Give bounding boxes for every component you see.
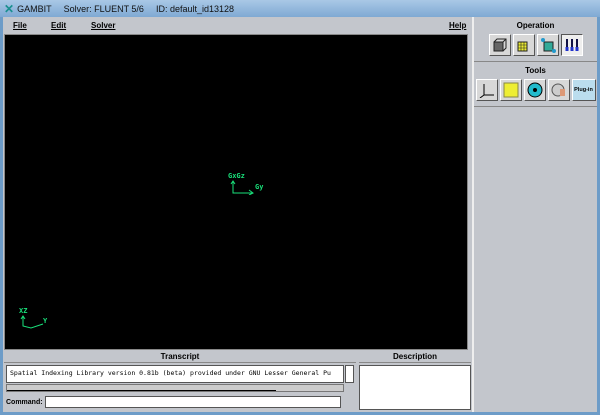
grid-icon [503,82,518,98]
operation-section: Operation [474,17,597,62]
zones-icon [540,38,556,53]
command-input[interactable] [44,396,341,408]
menu-file[interactable]: File [13,21,27,30]
title-bar: ✕ GAMBIT Solver: FLUENT 5/6 ID: default_… [0,0,600,17]
operation-title: Operation [516,21,555,30]
corner-axes-icon [20,315,44,329]
coordinate-system-button[interactable] [475,79,498,101]
transcript-vertical-scrollbar[interactable] [345,365,354,383]
mesh-cube-icon [517,41,527,52]
tools-icon [565,39,578,51]
gambit-logo-icon: ✕ [4,1,15,16]
tools-section: Tools Plug-in [474,62,597,107]
menu-help[interactable]: Help [449,21,466,30]
transcript-title: Transcript [4,352,356,363]
orient-model-button[interactable] [547,79,570,101]
transcript-text: Spatial Indexing Library version 0.81b (… [6,365,344,383]
coordinate-axes-icon [479,84,494,98]
tools-op-button[interactable] [560,34,583,56]
geometry-button[interactable] [488,34,511,56]
description-box [359,365,471,410]
menu-bar: File Edit Solver Help [4,17,470,34]
graphics-window[interactable]: GxGz Gy XZ Y [4,34,468,350]
plugin-button[interactable]: Plug-in [571,79,596,101]
view-button[interactable] [523,79,546,101]
id-label: ID: default_id13128 [155,3,235,14]
specify-color-button[interactable] [499,79,522,101]
tools-title: Tools [525,66,546,75]
description-title: Description [359,352,471,363]
bottom-panel: Transcript Spatial Indexing Library vers… [4,352,471,412]
command-row: Command: [6,396,341,408]
app-name: GAMBIT [17,3,52,14]
cube-icon [493,38,506,52]
solver-label: Solver: FLUENT 5/6 [63,3,144,14]
transcript-panel: Transcript Spatial Indexing Library vers… [4,352,356,412]
menu-solver[interactable]: Solver [91,21,115,30]
center-axes-icon [230,180,254,195]
main-window: File Edit Solver Help GxGz Gy XZ Y Opera… [3,17,597,412]
command-label: Command: [6,398,43,406]
mesh-button[interactable] [512,34,535,56]
transcript-horizontal-scrollbar[interactable] [6,384,344,392]
zones-button[interactable] [536,34,559,56]
control-panel: Operation Tools Plug-in [472,17,597,412]
description-panel: Description [359,352,471,412]
menu-edit[interactable]: Edit [51,21,66,30]
hand-icon [551,83,565,97]
fan-icon [527,82,542,98]
